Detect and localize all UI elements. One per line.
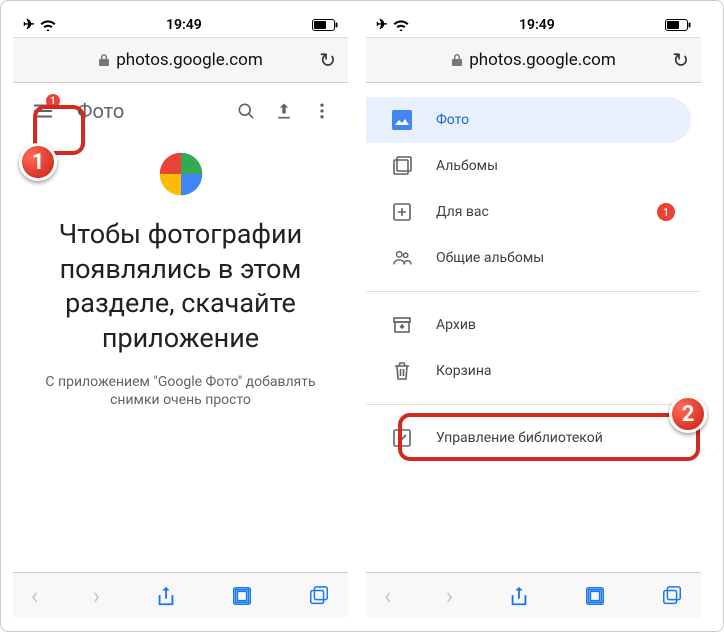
app-bar: 1 Фото [13, 83, 348, 139]
page-content-left: 1 Фото Чтобы фотографии появлялись в это… [13, 83, 348, 572]
upload-icon[interactable] [274, 101, 294, 121]
phone-right: ✈ 19:49 photos.google.com ↻ Фото Альбомы [366, 13, 701, 618]
back-icon[interactable]: ‹ [384, 582, 391, 610]
albums-icon [392, 156, 412, 176]
more-icon[interactable] [312, 101, 332, 121]
back-icon[interactable]: ‹ [31, 582, 38, 610]
drawer-item-label: Фото [436, 112, 469, 128]
safari-toolbar: ‹ › [366, 572, 701, 618]
drawer-item-label: Альбомы [436, 158, 498, 174]
drawer-item-label: Архив [436, 317, 476, 333]
clock: 19:49 [519, 17, 555, 33]
drawer-item-for-you[interactable]: Для вас 1 [366, 189, 691, 235]
tabs-icon[interactable] [308, 585, 330, 607]
clock: 19:49 [166, 17, 202, 33]
phone-left: ✈ 19:49 photos.google.com ↻ 1 [13, 13, 348, 618]
step-badge-2: 2 [669, 395, 707, 433]
browser-url-bar[interactable]: photos.google.com ↻ [366, 37, 701, 83]
drawer-item-label: Управление библиотекой [436, 430, 603, 446]
drawer-item-shared[interactable]: Общие альбомы [366, 235, 691, 281]
drawer-item-archive[interactable]: Архив [366, 302, 691, 348]
google-photos-logo-icon [150, 143, 212, 205]
app-bar-title: Фото [77, 99, 124, 123]
menu-badge: 1 [46, 94, 60, 108]
airplane-icon: ✈ [23, 17, 35, 33]
reload-icon[interactable]: ↻ [672, 48, 689, 72]
battery-icon [312, 19, 338, 31]
share-icon[interactable] [508, 585, 530, 607]
url-text: photos.google.com [469, 50, 616, 70]
battery-icon [665, 19, 691, 31]
safari-toolbar: ‹ › [13, 572, 348, 618]
wifi-icon [393, 19, 409, 31]
url-text: photos.google.com [116, 50, 263, 70]
for-you-badge: 1 [657, 203, 675, 221]
navigation-drawer: Фото Альбомы Для вас 1 Общие альбомы Арх… [366, 83, 701, 572]
share-icon[interactable] [155, 585, 177, 607]
drawer-item-label: Корзина [436, 363, 492, 379]
drawer-item-trash[interactable]: Корзина [366, 348, 691, 394]
browser-url-bar[interactable]: photos.google.com ↻ [13, 37, 348, 83]
hamburger-menu-button[interactable]: 1 [19, 87, 67, 135]
shared-icon [392, 248, 412, 268]
for-you-icon [392, 202, 412, 222]
tabs-icon[interactable] [661, 585, 683, 607]
status-bar: ✈ 19:49 [13, 13, 348, 37]
forward-icon[interactable]: › [93, 582, 100, 610]
forward-icon[interactable]: › [446, 582, 453, 610]
bookmarks-icon[interactable] [231, 585, 253, 607]
status-bar: ✈ 19:49 [366, 13, 701, 37]
search-icon[interactable] [236, 101, 256, 121]
drawer-item-photos[interactable]: Фото [366, 97, 691, 143]
lock-icon [98, 53, 110, 67]
lock-icon [451, 53, 463, 67]
manage-icon [392, 428, 412, 448]
step-badge-1: 1 [19, 143, 57, 181]
drawer-divider [366, 404, 701, 405]
drawer-item-label: Общие альбомы [436, 250, 544, 266]
drawer-item-albums[interactable]: Альбомы [366, 143, 691, 189]
wifi-icon [40, 19, 56, 31]
archive-icon [392, 315, 412, 335]
drawer-item-label: Для вас [436, 204, 489, 220]
trash-icon [392, 361, 412, 381]
drawer-divider [366, 291, 701, 292]
reload-icon[interactable]: ↻ [319, 48, 336, 72]
airplane-icon: ✈ [376, 17, 388, 33]
promo-headline: Чтобы фотографии появлялись в этом разде… [13, 217, 348, 355]
photos-icon [392, 110, 412, 130]
bookmarks-icon[interactable] [584, 585, 606, 607]
promo-subtext: С приложением "Google Фото" добавлять сн… [13, 373, 348, 409]
drawer-item-manage-library[interactable]: Управление библиотекой [366, 415, 691, 461]
